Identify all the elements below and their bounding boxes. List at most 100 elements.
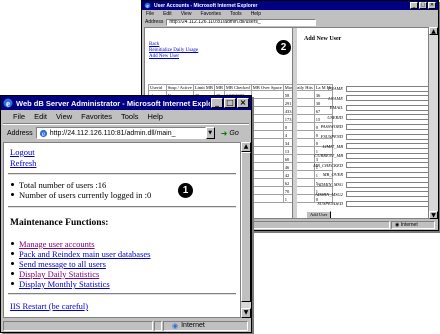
scroll-down-button[interactable]: ▼ [241, 308, 251, 318]
divider [8, 206, 236, 208]
close-button[interactable]: × [237, 98, 249, 108]
field-input[interactable] [346, 114, 428, 121]
field-input[interactable] [346, 181, 428, 188]
send-message-link[interactable]: Send message to all users [19, 259, 106, 269]
menu-favorites[interactable]: Favorites [81, 112, 112, 121]
scroll-up-button[interactable]: ▲ [241, 142, 251, 152]
table-cell [250, 122, 284, 131]
maximize-button[interactable]: □ [419, 2, 427, 9]
page-icon: e [39, 129, 47, 138]
field-label: FNAME [328, 86, 343, 91]
menu-file[interactable]: File [146, 11, 154, 17]
go-button[interactable]: ➜ Go [221, 129, 239, 138]
address-bar: Address e http://24.112.126.110:81/admin… [1, 126, 251, 140]
field-input[interactable] [346, 152, 428, 159]
menu-help[interactable]: Help [148, 112, 163, 121]
menu-tools[interactable]: Tools [121, 112, 139, 121]
minimize-button[interactable]: _ [410, 2, 418, 9]
callout-badge-1: 1 [178, 183, 193, 198]
vertical-scrollbar[interactable]: ▲ ▼ [429, 27, 438, 219]
field-label: ADMIN_MSG [317, 182, 343, 187]
address-input[interactable]: http://24.112.126.110:81/admin.dll/users… [166, 18, 317, 26]
vertical-scrollbar[interactable]: ▲ ▼ [241, 142, 251, 318]
title-bar[interactable]: e Web dB Server Administrator - Microsof… [1, 96, 251, 110]
form-row: CURRENT_MB [302, 152, 428, 159]
form-row: MB_CHECKED [302, 162, 428, 169]
field-input[interactable] [346, 143, 428, 150]
field-input[interactable] [346, 162, 428, 169]
table-cell [250, 154, 284, 163]
status-zone: ◉ Internet [163, 320, 248, 331]
add-new-user-link[interactable]: Add New User [149, 54, 198, 60]
table-cell [250, 98, 284, 107]
address-input[interactable]: e http://24.112.126.110:81/admin.dll/mai… [35, 127, 206, 139]
form-row: USERID [302, 114, 428, 121]
close-button[interactable]: × [428, 2, 436, 9]
functions-list: Manage user accounts Pack and Reindex ma… [10, 239, 150, 289]
globe-icon: ◉ [395, 221, 400, 228]
table-cell [250, 146, 284, 155]
logout-link[interactable]: Logout [10, 147, 36, 158]
field-input[interactable] [346, 85, 428, 92]
menu-view[interactable]: View [56, 112, 72, 121]
menu-bar: File Edit View Favorites Tools Help [1, 110, 251, 122]
field-label: ADMIN_MSG2 [315, 191, 343, 197]
field-input[interactable] [346, 123, 428, 130]
scroll-down-button[interactable]: ▼ [429, 211, 438, 219]
field-label: SUSPENDED [317, 201, 344, 207]
list-item: Pack and Reindex main user databases [10, 249, 150, 259]
menu-tools[interactable]: Tools [230, 11, 242, 17]
address-url: http://24.112.126.110:81/admin.dll/users… [169, 19, 261, 25]
menu-help[interactable]: Help [251, 11, 261, 17]
scroll-thumb[interactable] [241, 152, 251, 302]
field-input[interactable] [346, 200, 428, 207]
ie-logo-icon: e [144, 2, 151, 9]
minimize-button[interactable]: _ [211, 98, 223, 108]
table-cell [250, 170, 284, 179]
form-title: Add New User [304, 36, 342, 42]
menu-view[interactable]: View [181, 11, 192, 17]
status-cell [3, 320, 153, 331]
iis-restart-link[interactable]: IIS Restart (be careful) [10, 301, 88, 311]
menu-edit[interactable]: Edit [163, 11, 172, 17]
column-header: Limit MB [192, 84, 215, 91]
form-row: FNAME [302, 85, 428, 92]
address-label: Address [7, 129, 33, 137]
pack-reindex-link[interactable]: Pack and Reindex main user databases [19, 249, 150, 259]
daily-statistics-link[interactable]: Display Daily Statistics [19, 269, 99, 279]
field-input[interactable] [346, 95, 428, 102]
field-input[interactable] [346, 133, 428, 140]
svg-text:e: e [6, 99, 10, 109]
monthly-statistics-link[interactable]: Display Monthly Statistics [19, 279, 110, 289]
add-user-button[interactable]: Add User [306, 211, 332, 218]
toolbar-separator [3, 123, 249, 125]
form-row: PASSWORD [302, 123, 428, 130]
maximize-button[interactable]: □ [224, 98, 236, 108]
total-users-stat: Total number of users :16 [10, 180, 151, 190]
menu-edit[interactable]: Edit [34, 112, 47, 121]
nav-links: Back Reinitialize Daily Usage Add New Us… [149, 42, 198, 60]
field-input[interactable] [346, 171, 428, 178]
menu-favorites[interactable]: Favorites [200, 11, 221, 17]
frame-divider[interactable] [292, 28, 297, 218]
menu-file[interactable]: File [13, 112, 25, 121]
field-input[interactable] [346, 104, 428, 111]
field-label: MB_CHECKED [313, 162, 343, 168]
dropdown-arrow-icon[interactable]: ▼ [205, 127, 215, 139]
manage-user-accounts-link[interactable]: Manage user accounts [19, 239, 95, 249]
refresh-link[interactable]: Refresh [10, 158, 36, 169]
go-label: Go [229, 129, 239, 137]
title-bar[interactable]: e User Accounts - Microsoft Internet Exp… [142, 1, 438, 10]
field-input[interactable] [346, 191, 428, 198]
top-links: Logout Refresh [10, 147, 36, 169]
field-label: LIMIT_MB [322, 143, 344, 149]
status-zone: ◉ Internet [391, 220, 435, 229]
form-row: EMAIL [302, 104, 428, 111]
scroll-up-button[interactable]: ▲ [429, 27, 438, 35]
list-item: Send message to all users [10, 259, 150, 269]
address-bar: Address http://24.112.126.110:81/admin.d… [142, 18, 438, 26]
status-zone-label: Internet [181, 322, 205, 329]
go-arrow-icon: ➜ [220, 128, 228, 138]
list-item: Display Daily Statistics [10, 269, 150, 279]
status-zone-label: Internet [400, 221, 418, 228]
